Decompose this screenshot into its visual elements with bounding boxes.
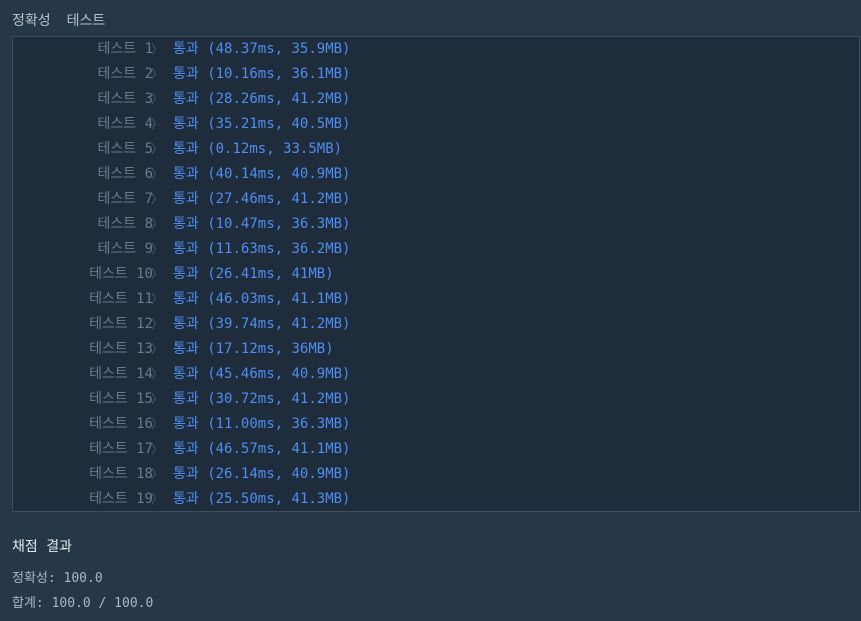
test-case-label: 테스트 12 (89, 316, 153, 332)
test-result-text: 통과 (46.03ms, 41.1MB) (173, 291, 351, 307)
tab-accuracy[interactable]: 정확성 (12, 10, 51, 30)
test-case-label: 테스트 2 (97, 66, 154, 82)
test-result-row: 테스트 7 〉 통과 (27.46ms, 41.2MB) (13, 187, 859, 212)
test-result-row: 테스트 4 〉 통과 (35.21ms, 40.5MB) (13, 112, 859, 137)
test-result-row: 테스트 8 〉 통과 (10.47ms, 36.3MB) (13, 212, 859, 237)
test-result-text: 통과 (39.74ms, 41.2MB) (173, 316, 351, 332)
test-case-label: 테스트 13 (89, 341, 153, 357)
test-result-text: 통과 (26.14ms, 40.9MB) (173, 466, 351, 482)
chevron-right-icon: 〉 (151, 367, 164, 381)
test-result-text: 통과 (45.46ms, 40.9MB) (173, 366, 351, 382)
test-result-row: 테스트 5 〉 통과 (0.12ms, 33.5MB) (13, 137, 859, 162)
chevron-right-icon: 〉 (151, 467, 164, 481)
test-results-panel[interactable]: 테스트 1 〉 통과 (48.37ms, 35.9MB) 테스트 2 〉 통과 (10.1… (12, 36, 860, 512)
test-result-row: 테스트 10 〉 통과 (26.41ms, 41MB) (13, 262, 859, 287)
chevron-right-icon: 〉 (151, 117, 164, 131)
chevron-right-icon: 〉 (151, 167, 164, 181)
test-result-row: 테스트 6 〉 통과 (40.14ms, 40.9MB) (13, 162, 859, 187)
chevron-right-icon: 〉 (151, 242, 164, 256)
test-result-row: 테스트 3 〉 통과 (28.26ms, 41.2MB) (13, 87, 859, 112)
test-case-label: 테스트 14 (89, 366, 153, 382)
result-tabs: 정확성 테스트 (12, 10, 105, 30)
test-result-row: 테스트 18 〉 통과 (26.14ms, 40.9MB) (13, 462, 859, 487)
test-result-row: 테스트 16 〉 통과 (11.00ms, 36.3MB) (13, 412, 859, 437)
test-case-label: 테스트 9 (97, 241, 154, 257)
chevron-right-icon: 〉 (151, 492, 164, 506)
test-result-text: 통과 (27.46ms, 41.2MB) (173, 191, 351, 207)
test-result-text: 통과 (10.16ms, 36.1MB) (173, 66, 351, 82)
test-case-label: 테스트 17 (89, 441, 153, 457)
test-case-label: 테스트 1 (97, 41, 154, 57)
test-case-label: 테스트 15 (89, 391, 153, 407)
test-result-row: 테스트 12 〉 통과 (39.74ms, 41.2MB) (13, 312, 859, 337)
test-result-row: 테스트 11 〉 통과 (46.03ms, 41.1MB) (13, 287, 859, 312)
test-result-text: 통과 (40.14ms, 40.9MB) (173, 166, 351, 182)
test-result-row: 테스트 9 〉 통과 (11.63ms, 36.2MB) (13, 237, 859, 262)
chevron-right-icon: 〉 (151, 442, 164, 456)
chevron-right-icon: 〉 (151, 92, 164, 106)
test-case-label: 테스트 16 (89, 416, 153, 432)
chevron-right-icon: 〉 (151, 317, 164, 331)
test-case-label: 테스트 19 (89, 491, 153, 507)
tab-test[interactable]: 테스트 (67, 10, 106, 30)
chevron-right-icon: 〉 (151, 392, 164, 406)
test-case-label: 테스트 7 (97, 191, 154, 207)
test-case-label: 테스트 5 (97, 141, 154, 157)
test-case-label: 테스트 8 (97, 216, 154, 232)
test-result-row: 테스트 17 〉 통과 (46.57ms, 41.1MB) (13, 437, 859, 462)
test-result-row: 테스트 15 〉 통과 (30.72ms, 41.2MB) (13, 387, 859, 412)
chevron-right-icon: 〉 (151, 142, 164, 156)
test-result-row: 테스트 2 〉 통과 (10.16ms, 36.1MB) (13, 62, 859, 87)
grading-result-title: 채점 결과 (12, 539, 72, 555)
chevron-right-icon: 〉 (151, 217, 164, 231)
chevron-right-icon: 〉 (151, 192, 164, 206)
chevron-right-icon: 〉 (151, 42, 164, 56)
test-case-label: 테스트 3 (97, 91, 154, 107)
test-case-label: 테스트 4 (97, 116, 154, 132)
test-result-text: 통과 (30.72ms, 41.2MB) (173, 391, 351, 407)
test-result-row: 테스트 19 〉 통과 (25.50ms, 41.3MB) (13, 487, 859, 511)
chevron-right-icon: 〉 (151, 417, 164, 431)
test-case-label: 테스트 18 (89, 466, 153, 482)
test-result-text: 통과 (25.50ms, 41.3MB) (173, 491, 351, 507)
chevron-right-icon: 〉 (151, 267, 164, 281)
total-score: 합계: 100.0 / 100.0 (12, 596, 154, 611)
test-result-text: 통과 (17.12ms, 36MB) (173, 341, 334, 357)
accuracy-score: 정확성: 100.0 (12, 571, 103, 586)
test-result-text: 통과 (48.37ms, 35.9MB) (173, 41, 351, 57)
test-result-row: 테스트 1 〉 통과 (48.37ms, 35.9MB) (13, 37, 859, 62)
test-result-row: 테스트 14 〉 통과 (45.46ms, 40.9MB) (13, 362, 859, 387)
test-result-text: 통과 (46.57ms, 41.1MB) (173, 441, 351, 457)
test-result-text: 통과 (11.00ms, 36.3MB) (173, 416, 351, 432)
test-result-text: 통과 (10.47ms, 36.3MB) (173, 216, 351, 232)
test-case-label: 테스트 11 (89, 291, 153, 307)
test-result-text: 통과 (11.63ms, 36.2MB) (173, 241, 351, 257)
test-case-label: 테스트 6 (97, 166, 154, 182)
test-case-label: 테스트 10 (89, 266, 153, 282)
chevron-right-icon: 〉 (151, 67, 164, 81)
test-result-text: 통과 (28.26ms, 41.2MB) (173, 91, 351, 107)
test-result-text: 통과 (35.21ms, 40.5MB) (173, 116, 351, 132)
test-result-text: 통과 (0.12ms, 33.5MB) (173, 141, 343, 157)
chevron-right-icon: 〉 (151, 292, 164, 306)
test-result-text: 통과 (26.41ms, 41MB) (173, 266, 334, 282)
chevron-right-icon: 〉 (151, 342, 164, 356)
test-result-row: 테스트 13 〉 통과 (17.12ms, 36MB) (13, 337, 859, 362)
